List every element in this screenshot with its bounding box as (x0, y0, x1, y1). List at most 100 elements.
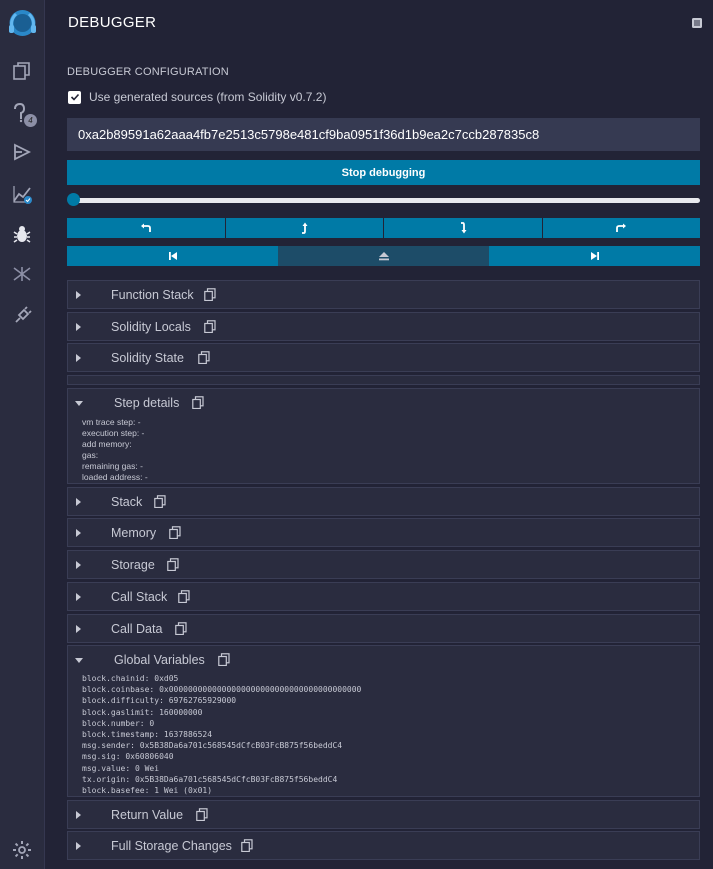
jump-previous-icon (168, 252, 177, 260)
expand-chevron-icon[interactable] (76, 625, 81, 633)
global-variable-item: tx.origin: 0x5B38Da6a701c568545dCfcB03Fc… (82, 774, 338, 784)
file-explorer-icon[interactable] (8, 57, 36, 85)
step-detail-item: execution step: - (82, 428, 145, 438)
jump-next-breakpoint-button[interactable] (489, 246, 700, 266)
step-over-forward-button[interactable] (542, 218, 700, 238)
solidity-locals-section[interactable]: Solidity Locals (67, 312, 700, 341)
global-variable-item: block.gaslimit: 160000000 (82, 707, 203, 717)
slider-thumb[interactable] (67, 193, 80, 206)
section-title[interactable]: Full Storage Changes (111, 839, 232, 853)
expand-chevron-icon[interactable] (76, 354, 81, 362)
settings-gear-icon[interactable] (8, 836, 36, 864)
step-detail-item: add memory: (82, 439, 132, 449)
copy-icon[interactable] (169, 526, 181, 540)
global-variable-item: block.number: 0 (82, 718, 155, 728)
copy-icon[interactable] (192, 396, 204, 410)
section-title[interactable]: Storage (111, 558, 155, 572)
step-details-section[interactable]: Step details vm trace step: - execution … (67, 388, 700, 484)
expand-chevron-icon[interactable] (76, 811, 81, 819)
section-title[interactable]: Global Variables (114, 653, 205, 667)
expand-chevron-icon[interactable] (76, 498, 81, 506)
step-into-icon (460, 222, 467, 234)
step-detail-item: remaining gas: - (82, 461, 143, 471)
expand-chevron-icon[interactable] (76, 593, 81, 601)
memory-section[interactable]: Memory (67, 518, 700, 547)
step-back-icon (302, 222, 308, 234)
config-label: DEBUGGER CONFIGURATION (67, 66, 229, 78)
stop-debugging-button[interactable]: Stop debugging (67, 160, 700, 185)
expand-chevron-icon[interactable] (76, 291, 81, 299)
global-variables-list: block.chainid: 0xd05 block.coinbase: 0x0… (82, 673, 361, 796)
step-detail-item: loaded address: - (82, 472, 148, 482)
collapse-chevron-icon[interactable] (75, 401, 83, 406)
section-title[interactable]: Stack (111, 495, 142, 509)
slider-track[interactable] (71, 198, 700, 203)
step-detail-item: vm trace step: - (82, 417, 141, 427)
step-controls (67, 218, 700, 238)
debugger-bug-icon[interactable] (8, 220, 36, 248)
step-over-back-button[interactable] (67, 218, 225, 238)
expand-chevron-icon[interactable] (76, 323, 81, 331)
copy-icon[interactable] (241, 839, 253, 853)
global-variable-item: block.coinbase: 0x0000000000000000000000… (82, 685, 362, 695)
generated-sources-label[interactable]: Use generated sources (from Solidity v0.… (89, 90, 326, 104)
global-variables-section[interactable]: Global Variables block.chainid: 0xd05 bl… (67, 645, 700, 797)
step-into-button[interactable] (384, 218, 542, 238)
global-variable-item: msg.sig: 0x60806040 (82, 752, 174, 762)
step-over-back-icon (140, 223, 151, 232)
copy-icon[interactable] (154, 495, 166, 509)
copy-icon[interactable] (204, 288, 216, 302)
global-variable-item: block.chainid: 0xd05 (82, 674, 179, 683)
section-title[interactable]: Memory (111, 526, 156, 540)
transaction-hash-input[interactable]: 0xa2b89591a62aaa4fb7e2513c5798e481cf9ba0… (67, 118, 700, 151)
remix-logo-icon[interactable] (6, 6, 39, 42)
section-title[interactable]: Solidity Locals (111, 320, 191, 334)
section-title[interactable]: Call Data (111, 622, 162, 636)
copy-icon[interactable] (196, 808, 208, 822)
plugin-manager-icon[interactable] (8, 302, 36, 330)
section-title[interactable]: Return Value (111, 808, 183, 822)
collapse-chevron-icon[interactable] (75, 658, 83, 663)
panel-title: DEBUGGER (68, 14, 157, 31)
solidity-compiler-icon[interactable]: 4 (8, 98, 37, 127)
solidity-state-section[interactable]: Solidity State (67, 343, 700, 372)
tests-icon[interactable] (8, 260, 36, 288)
empty-section (67, 375, 700, 385)
expand-chevron-icon[interactable] (76, 842, 81, 850)
analytics-icon[interactable] (8, 180, 36, 208)
section-title[interactable]: Function Stack (111, 288, 194, 302)
call-data-section[interactable]: Call Data (67, 614, 700, 643)
copy-icon[interactable] (167, 558, 179, 572)
full-storage-changes-section[interactable]: Full Storage Changes (67, 831, 700, 860)
copy-icon[interactable] (218, 653, 230, 667)
function-stack-section[interactable]: Function Stack (67, 280, 700, 309)
section-title[interactable]: Step details (114, 396, 179, 410)
jump-controls (67, 246, 700, 266)
step-slider[interactable] (67, 192, 700, 208)
return-value-section[interactable]: Return Value (67, 800, 700, 829)
copy-icon[interactable] (198, 351, 210, 365)
copy-icon[interactable] (178, 590, 190, 604)
global-variable-item: block.difficulty: 69762765929000 (82, 696, 237, 706)
section-title[interactable]: Solidity State (111, 351, 184, 365)
section-title[interactable]: Call Stack (111, 590, 167, 604)
panel-menu-icon[interactable] (691, 16, 703, 28)
generated-sources-option: Use generated sources (from Solidity v0.… (68, 90, 326, 104)
deploy-run-icon[interactable] (8, 138, 36, 166)
expand-chevron-icon[interactable] (76, 561, 81, 569)
compiler-badge: 4 (24, 114, 37, 127)
stack-section[interactable]: Stack (67, 487, 700, 516)
storage-section[interactable]: Storage (67, 550, 700, 579)
generated-sources-checkbox[interactable] (68, 90, 81, 104)
step-back-button[interactable] (225, 218, 383, 238)
jump-previous-breakpoint-button[interactable] (67, 246, 278, 266)
copy-icon[interactable] (175, 622, 187, 636)
step-detail-item: gas: (82, 450, 99, 460)
jump-next-icon (590, 252, 599, 260)
global-variable-item: block.basefee: 1 Wei (0x01) (82, 786, 213, 796)
call-stack-section[interactable]: Call Stack (67, 582, 700, 611)
copy-icon[interactable] (204, 320, 216, 334)
expand-chevron-icon[interactable] (76, 529, 81, 537)
debugger-panel: DEBUGGER DEBUGGER CONFIGURATION Use gene… (44, 0, 713, 869)
jump-out-button[interactable] (278, 246, 489, 266)
